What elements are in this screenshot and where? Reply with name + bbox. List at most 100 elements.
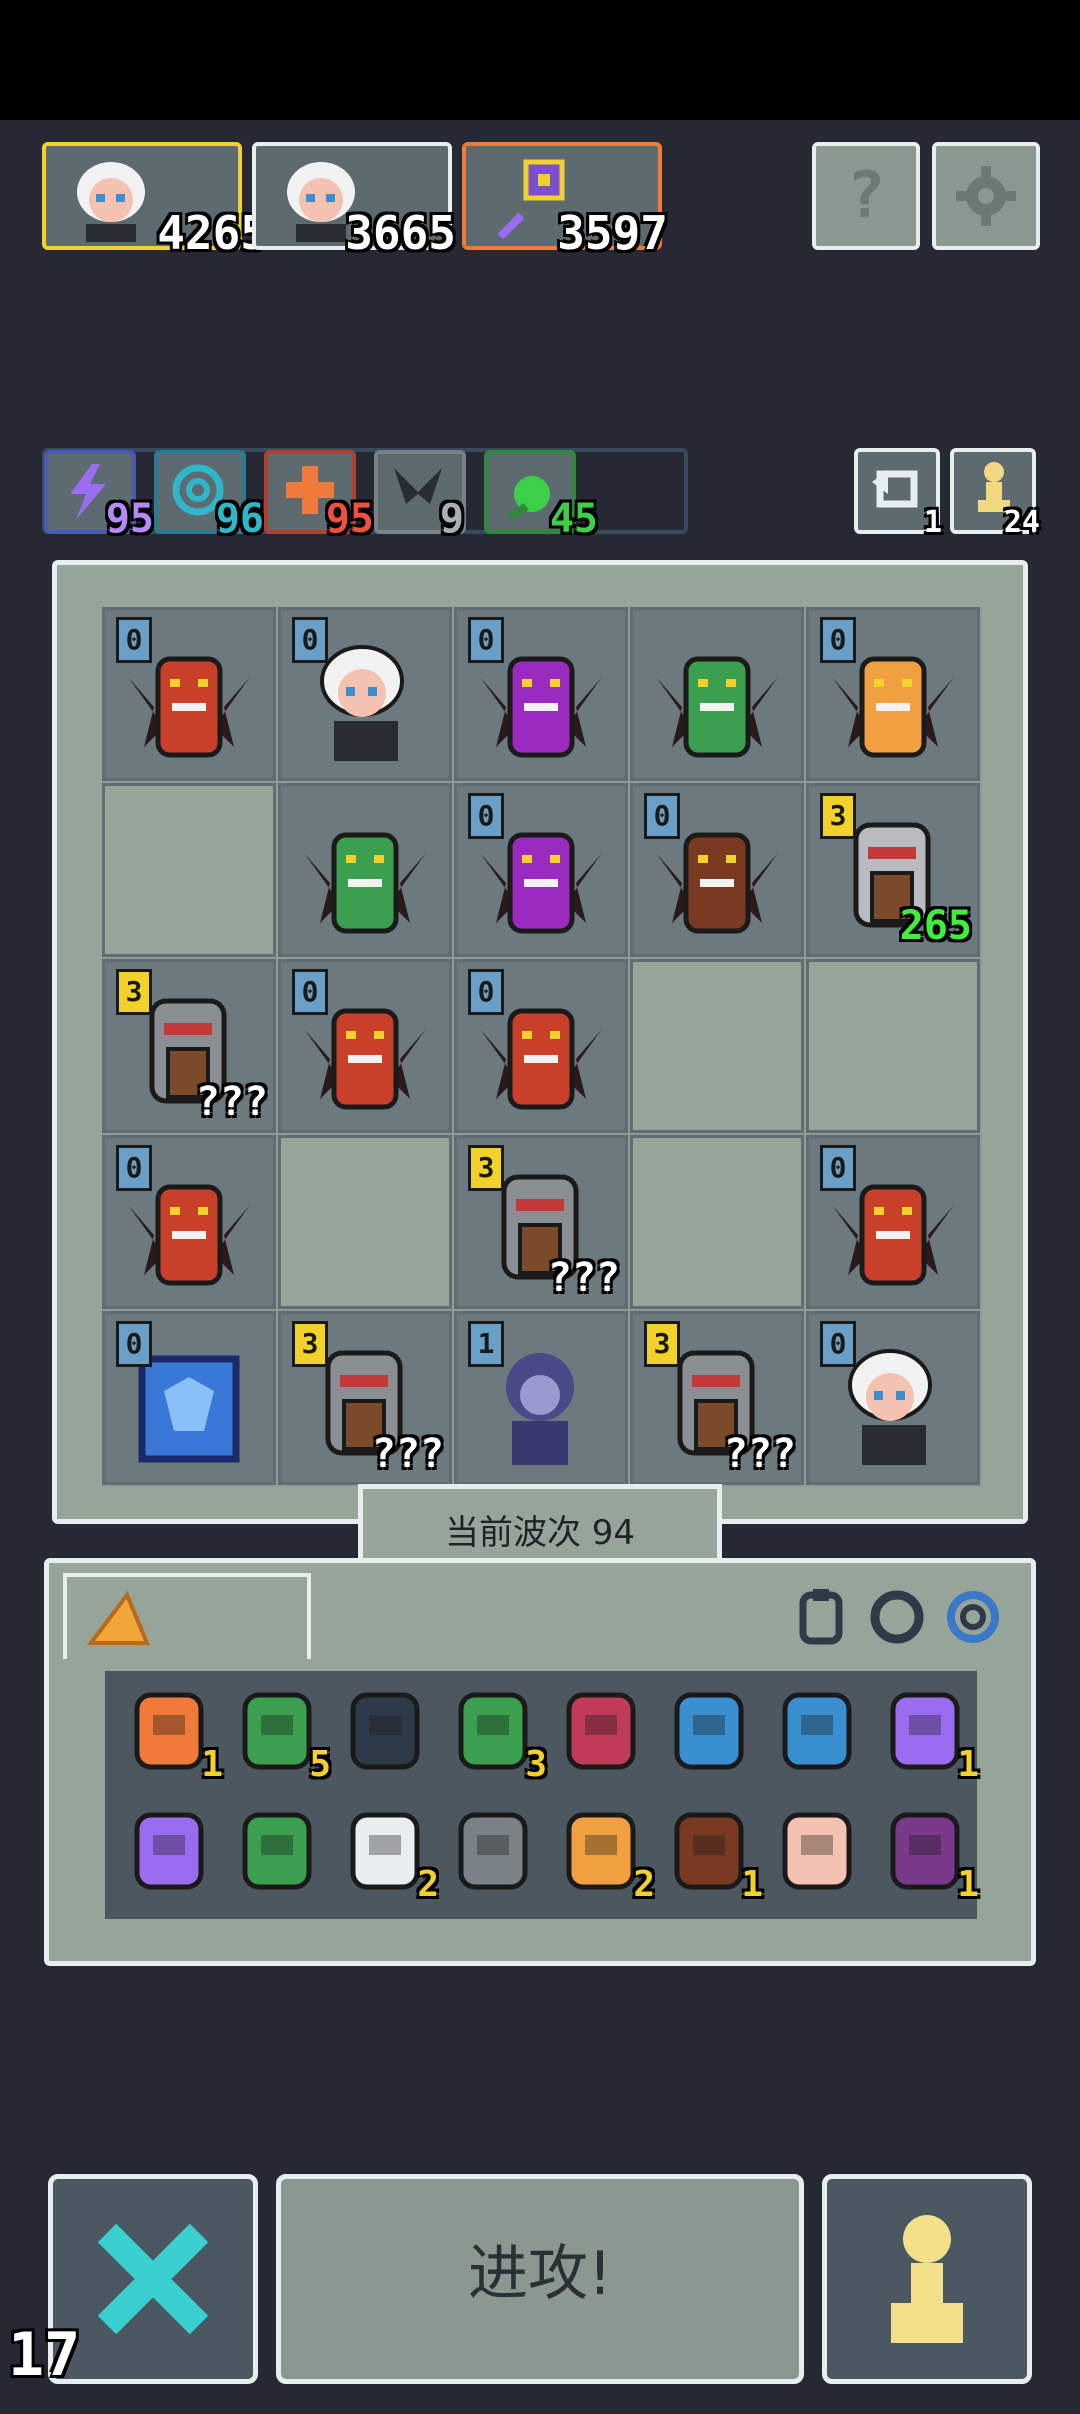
attack-label: 进攻! [467, 2239, 613, 2309]
chest-mimic-icon[interactable] [227, 1801, 327, 1901]
board-cell-r2c3[interactable]: 0 [454, 783, 628, 957]
attack-button[interactable]: 进攻! [276, 2174, 804, 2384]
bat-face-icon[interactable]: 1 [875, 1801, 979, 1905]
board-cell-r5c5[interactable]: 0 [806, 1311, 980, 1485]
unit-level-badge: 0 [468, 617, 504, 663]
board-cell-r2c1[interactable] [102, 783, 276, 957]
item-count: 2 [633, 1864, 655, 1905]
armor-icon[interactable] [791, 1587, 851, 1647]
refresh-icon [872, 470, 918, 508]
item-count: 1 [201, 1744, 223, 1785]
shuriken-icon[interactable] [443, 1801, 543, 1901]
unit-level-badge: 3 [292, 1321, 328, 1367]
unit-power-value: ??? [723, 1431, 796, 1477]
element-value: 45 [549, 496, 598, 542]
board-cell-r5c4[interactable]: 3??? [630, 1311, 804, 1485]
board-cell-r4c4[interactable] [630, 1135, 804, 1309]
claw-icon[interactable]: 2 [335, 1801, 439, 1905]
party-score: 3597 [557, 206, 668, 260]
potion-jar-icon[interactable]: 1 [875, 1681, 979, 1785]
bucket-icon[interactable]: 1 [119, 1681, 223, 1785]
inventory-grid: 1 5 3 1 2 2 1 1 [105, 1671, 979, 1919]
board-cell-r4c3[interactable]: 3??? [454, 1135, 628, 1309]
board-cell-r1c2[interactable]: 0 [278, 607, 452, 781]
unit-level-badge: 0 [820, 1145, 856, 1191]
board-cell-r3c3[interactable]: 0 [454, 959, 628, 1133]
element-value: 96 [215, 496, 264, 542]
board-cell-r5c1[interactable]: 0 [102, 1311, 276, 1485]
element-cross[interactable]: 95 [264, 450, 374, 542]
board-cell-r2c5[interactable]: 3 265 [806, 783, 980, 957]
board-cell-r2c4[interactable]: 0 [630, 783, 804, 957]
unit-power-value: ??? [371, 1431, 444, 1477]
frog-icon[interactable]: 5 [227, 1681, 331, 1785]
element-lightning[interactable]: 95 [44, 450, 154, 542]
element-leaf[interactable]: 45 [484, 450, 598, 542]
ring-icon[interactable] [867, 1587, 927, 1647]
hand-eye-icon[interactable] [767, 1801, 867, 1901]
board-cell-r4c1[interactable]: 0 [102, 1135, 276, 1309]
unit-power-value: ??? [195, 1079, 268, 1125]
plant-icon[interactable]: 3 [443, 1681, 547, 1785]
board-cell-r3c4[interactable] [630, 959, 804, 1133]
board-cell-r1c1[interactable]: 0 [102, 607, 276, 781]
blue-fish-icon[interactable] [659, 1681, 759, 1781]
board-cell-r3c2[interactable]: 0 [278, 959, 452, 1133]
unit-power-value: ??? [547, 1255, 620, 1301]
green-dragon-unit [652, 637, 782, 767]
gear-icon [956, 166, 1016, 226]
board-cell-r3c1[interactable]: 3??? [102, 959, 276, 1133]
help-button[interactable]: ? [812, 142, 920, 250]
water-drop-icon[interactable] [767, 1681, 867, 1781]
unit-level-badge: 0 [820, 617, 856, 663]
unit-level-badge: 1 [468, 1321, 504, 1367]
party-slot-2[interactable]: 3665 [252, 142, 456, 260]
board-cell-r1c4[interactable] [630, 607, 804, 781]
board-cell-r5c2[interactable]: 3??? [278, 1311, 452, 1485]
battle-board: 0 0 0 0 0 0 3 265 3??? 0 0 0 3??? 0 0 3??? 1 3??? 0 [52, 560, 1028, 1524]
board-cell-r3c5[interactable] [806, 959, 980, 1133]
unit-level-badge: 3 [644, 1321, 680, 1367]
refresh-count: 1 [923, 505, 942, 540]
pawn-icon [891, 2215, 963, 2343]
element-value: 95 [325, 496, 374, 542]
board-cell-r2c2[interactable] [278, 783, 452, 957]
close-icon [97, 2223, 209, 2335]
board-cell-r5c3[interactable]: 1 [454, 1311, 628, 1485]
wave-label: 当前波次 94 [444, 1513, 636, 1553]
board-cell-r4c5[interactable]: 0 [806, 1135, 980, 1309]
fps-counter: 17 [8, 2320, 81, 2390]
item-count: 1 [741, 1864, 763, 1905]
boot-icon[interactable]: 1 [659, 1801, 763, 1905]
wing-icon [394, 468, 442, 504]
help-icon: ? [846, 159, 886, 233]
board-cell-r1c5[interactable]: 0 [806, 607, 980, 781]
board-cell-r4c2[interactable] [278, 1135, 452, 1309]
board-cell-r1c3[interactable]: 0 [454, 607, 628, 781]
element-wing[interactable]: 9 [374, 450, 466, 542]
pawn-count: 24 [1003, 505, 1040, 540]
unit-level-badge: 3 [468, 1145, 504, 1191]
unit-power-value: 265 [899, 903, 972, 949]
pawn-button[interactable] [822, 2174, 1032, 2384]
item-count: 1 [957, 1864, 979, 1905]
inventory-tab[interactable] [63, 1573, 311, 1659]
gear-ring-icon[interactable] [943, 1587, 1003, 1647]
wand-icon[interactable] [119, 1801, 219, 1901]
shield-icon[interactable] [335, 1681, 435, 1781]
element-value: 9 [439, 496, 464, 542]
pawn-counter[interactable]: 24 [950, 448, 1040, 540]
party-score: 3665 [345, 206, 456, 260]
starburst-icon[interactable]: 2 [551, 1801, 655, 1905]
party-slot-1[interactable]: 4265 [42, 142, 268, 260]
unit-level-badge: 0 [468, 793, 504, 839]
status-bar [0, 0, 1080, 120]
party-slot-3[interactable]: 3597 [462, 142, 668, 260]
refresh-button[interactable]: 1 [854, 448, 942, 540]
lightning-icon [70, 464, 106, 520]
settings-button[interactable] [932, 142, 1040, 250]
unit-level-badge: 0 [116, 1321, 152, 1367]
unit-level-badge: 0 [468, 969, 504, 1015]
eye-orb-icon[interactable] [551, 1681, 651, 1781]
element-swirl[interactable]: 96 [154, 450, 264, 542]
